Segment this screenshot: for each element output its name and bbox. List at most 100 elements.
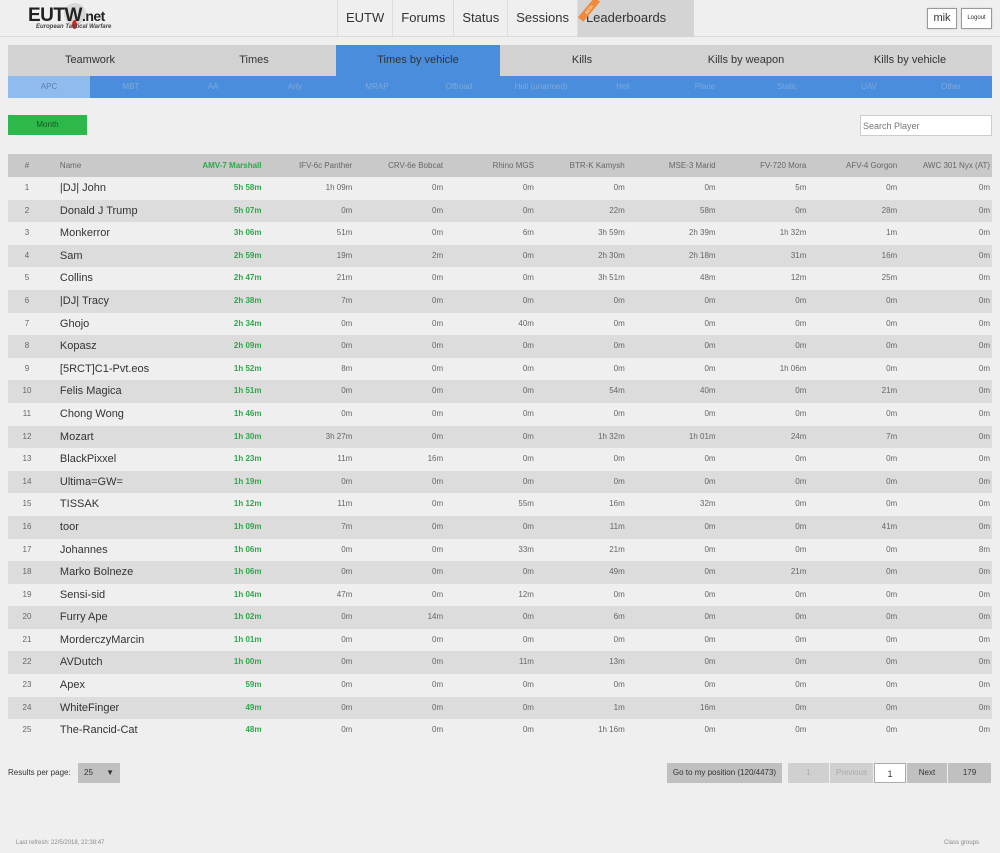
subtab-plane[interactable]: Plane: [664, 76, 746, 98]
subtab-apc[interactable]: APC: [8, 76, 90, 98]
player-name[interactable]: Kopasz: [46, 335, 178, 358]
player-name[interactable]: Felis Magica: [46, 380, 178, 403]
table-row[interactable]: 24 WhiteFinger 49m 0m 0m 0m 1m 16m 0m 0m 0m: [8, 696, 992, 720]
player-name[interactable]: Donald J Trump: [46, 200, 178, 223]
time-cell: 0m: [522, 386, 534, 396]
tab-kills-by-weapon[interactable]: Kills by weapon: [664, 45, 828, 76]
subtab-aa[interactable]: AA: [172, 76, 254, 98]
column-header-rank[interactable]: #: [8, 154, 46, 177]
pagination-previous[interactable]: Previous: [830, 763, 873, 783]
tab-times-by-vehicle[interactable]: Times by vehicle: [336, 45, 500, 76]
nav-item-status[interactable]: Status: [453, 0, 507, 37]
column-header-crv6e-bobcat[interactable]: CRV-6e Bobcat: [352, 154, 443, 177]
table-row[interactable]: 14 Ultima=GW= 1h 19m 0m 0m 0m 0m 0m 0m 0m 0m: [8, 470, 992, 494]
table-row[interactable]: 2 Donald J Trump 5h 07m 0m 0m 0m 22m 58m 0m 28m 0m: [8, 199, 992, 223]
column-header-mse3-marid[interactable]: MSE-3 Marid: [625, 154, 716, 177]
table-row[interactable]: 11 Chong Wong 1h 46m 0m 0m 0m 0m 0m 0m 0m 0m: [8, 402, 992, 426]
table-row[interactable]: 9 [5RCT]C1-Pvt.eos 1h 52m 8m 0m 0m 0m 0m 1h 06m 0…: [8, 357, 992, 381]
subtab-static[interactable]: Static: [746, 76, 828, 98]
column-header-afv4-gorgon[interactable]: AFV-4 Gorgon: [806, 154, 897, 177]
time-cell: 0m: [978, 725, 990, 735]
player-name[interactable]: Mozart: [46, 426, 178, 449]
subtab-uav[interactable]: UAV: [828, 76, 910, 98]
player-name[interactable]: Monkerror: [46, 222, 178, 245]
table-row[interactable]: 4 Sam 2h 59m 19m 2m 0m 2h 30m 2h 18m 31m 16m 0m: [8, 244, 992, 268]
player-name[interactable]: |DJ| John: [46, 177, 178, 200]
player-name[interactable]: toor: [46, 516, 178, 539]
subtab-arty[interactable]: Arty: [254, 76, 336, 98]
table-row[interactable]: 25 The-Rancid-Cat 48m 0m 0m 0m 1h 16m 0m 0m 0m 0m: [8, 719, 992, 742]
table-row[interactable]: 13 BlackPixxel 1h 23m 11m 16m 0m 0m 0m 0m 0m 0m: [8, 448, 992, 471]
player-name[interactable]: WhiteFinger: [46, 697, 178, 720]
player-name[interactable]: AVDutch: [46, 651, 178, 674]
table-row[interactable]: 6 |DJ| Tracy 2h 38m 7m 0m 0m 0m 0m 0m 0m 0m: [8, 289, 992, 313]
column-header-btrk-kamysh[interactable]: BTR-K Kamysh: [534, 154, 625, 177]
period-month-button[interactable]: Month: [8, 115, 87, 135]
pagination-next[interactable]: Next: [907, 763, 947, 783]
player-name[interactable]: Sensi-sid: [46, 584, 178, 607]
column-header-ifv6c-panther[interactable]: IFV-6c Panther: [262, 154, 352, 177]
player-name[interactable]: Ghojo: [46, 313, 178, 336]
pagination-current-page[interactable]: 1: [874, 763, 906, 783]
table-row[interactable]: 22 AVDutch 1h 00m 0m 0m 11m 13m 0m 0m 0m 0m: [8, 651, 992, 675]
results-per-page-select[interactable]: 25 ▼: [78, 763, 120, 783]
tab-kills-by-vehicle[interactable]: Kills by vehicle: [828, 45, 992, 76]
nav-item-forums[interactable]: Forums: [392, 0, 453, 37]
player-name[interactable]: |DJ| Tracy: [46, 290, 178, 313]
column-header-rhino-mgs[interactable]: Rhino MGS: [443, 154, 534, 177]
table-row[interactable]: 7 Ghojo 2h 34m 0m 0m 40m 0m 0m 0m 0m 0m: [8, 312, 992, 336]
table-row[interactable]: 20 Furry Ape 1h 02m 0m 14m 0m 6m 0m 0m 0m 0m: [8, 606, 992, 629]
go-to-my-position-button[interactable]: Go to my position (120/4473): [667, 763, 782, 783]
player-name[interactable]: Apex: [46, 674, 178, 697]
player-name[interactable]: Chong Wong: [46, 403, 178, 426]
table-row[interactable]: 10 Felis Magica 1h 51m 0m 0m 0m 54m 40m 0m 21m 0m: [8, 380, 992, 403]
site-logo[interactable]: EUTW.net European Tactical Warfare: [28, 3, 138, 33]
table-row[interactable]: 3 Monkerror 3h 06m 51m 0m 6m 3h 59m 2h 39m 1h 32…: [8, 222, 992, 245]
pagination-first[interactable]: 1: [788, 763, 829, 783]
player-name[interactable]: The-Rancid-Cat: [46, 719, 178, 742]
table-row[interactable]: 16 toor 1h 09m 7m 0m 0m 11m 0m 0m 41m 0m: [8, 515, 992, 539]
subtab-offroad[interactable]: Offroad: [418, 76, 500, 98]
table-row[interactable]: 21 MorderczyMarcin 1h 01m 0m 0m 0m 0m 0m 0m 0m 0m: [8, 628, 992, 652]
nav-item-leaderboards[interactable]: BETA Leaderboards: [576, 0, 695, 37]
player-name[interactable]: Johannes: [46, 539, 178, 562]
player-name[interactable]: Sam: [46, 245, 178, 268]
column-header-awc301-nyx[interactable]: AWC 301 Nyx (AT): [897, 154, 992, 177]
table-row[interactable]: 5 Collins 2h 47m 21m 0m 0m 3h 51m 48m 12m 25m 0m: [8, 267, 992, 290]
player-name[interactable]: Marko Bolneze: [46, 561, 178, 584]
logout-button[interactable]: Logout: [961, 8, 992, 29]
table-row[interactable]: 17 Johannes 1h 06m 0m 0m 33m 21m 0m 0m 0m 8m: [8, 538, 992, 562]
class-groups-link[interactable]: Class groups: [944, 840, 979, 846]
player-name[interactable]: TISSAK: [46, 493, 178, 516]
column-header-fv720-mora[interactable]: FV-720 Mora: [716, 154, 806, 177]
tab-teamwork[interactable]: Teamwork: [8, 45, 172, 76]
table-row[interactable]: 23 Apex 59m 0m 0m 0m 0m 0m 0m 0m 0m: [8, 674, 992, 697]
table-row[interactable]: 1 |DJ| John 5h 58m 1h 09m 0m 0m 0m 0m 5m 0m 0m: [8, 177, 992, 200]
player-name[interactable]: BlackPixxel: [46, 448, 178, 471]
tab-times[interactable]: Times: [172, 45, 336, 76]
table-row[interactable]: 18 Marko Bolneze 1h 06m 0m 0m 0m 49m 0m 21m 0m 0m: [8, 561, 992, 584]
column-header-name[interactable]: Name: [46, 154, 178, 177]
pagination-last[interactable]: 179: [948, 763, 991, 783]
player-name[interactable]: MorderczyMarcin: [46, 629, 178, 652]
player-name[interactable]: Ultima=GW=: [46, 471, 178, 494]
nav-item-sessions[interactable]: Sessions: [507, 0, 577, 37]
table-row[interactable]: 8 Kopasz 2h 09m 0m 0m 0m 0m 0m 0m 0m 0m: [8, 335, 992, 358]
search-player-input[interactable]: [860, 115, 992, 136]
subtab-heli-unarmed[interactable]: Heli (unarmed): [500, 76, 582, 98]
subtab-heli[interactable]: Heli: [582, 76, 664, 98]
tab-kills[interactable]: Kills: [500, 45, 664, 76]
nav-item-eutw[interactable]: EUTW: [337, 0, 392, 37]
main-nav: EUTW Forums Status Sessions BETA Leaderb…: [337, 0, 695, 37]
subtab-mrap[interactable]: MRAP: [336, 76, 418, 98]
player-name[interactable]: [5RCT]C1-Pvt.eos: [46, 358, 178, 381]
player-name[interactable]: Furry Ape: [46, 606, 178, 629]
column-header-amv7-marshall[interactable]: AMV-7 Marshall: [178, 154, 261, 177]
subtab-other[interactable]: Other: [910, 76, 992, 98]
table-row[interactable]: 15 TISSAK 1h 12m 11m 0m 55m 16m 32m 0m 0m 0m: [8, 493, 992, 516]
subtab-mbt[interactable]: MBT: [90, 76, 172, 98]
user-profile-button[interactable]: mik: [927, 8, 957, 29]
player-name[interactable]: Collins: [46, 267, 178, 290]
table-row[interactable]: 12 Mozart 1h 30m 3h 27m 0m 0m 1h 32m 1h 01m 24m 7…: [8, 425, 992, 449]
table-row[interactable]: 19 Sensi-sid 1h 04m 47m 0m 12m 0m 0m 0m 0m 0m: [8, 583, 992, 607]
